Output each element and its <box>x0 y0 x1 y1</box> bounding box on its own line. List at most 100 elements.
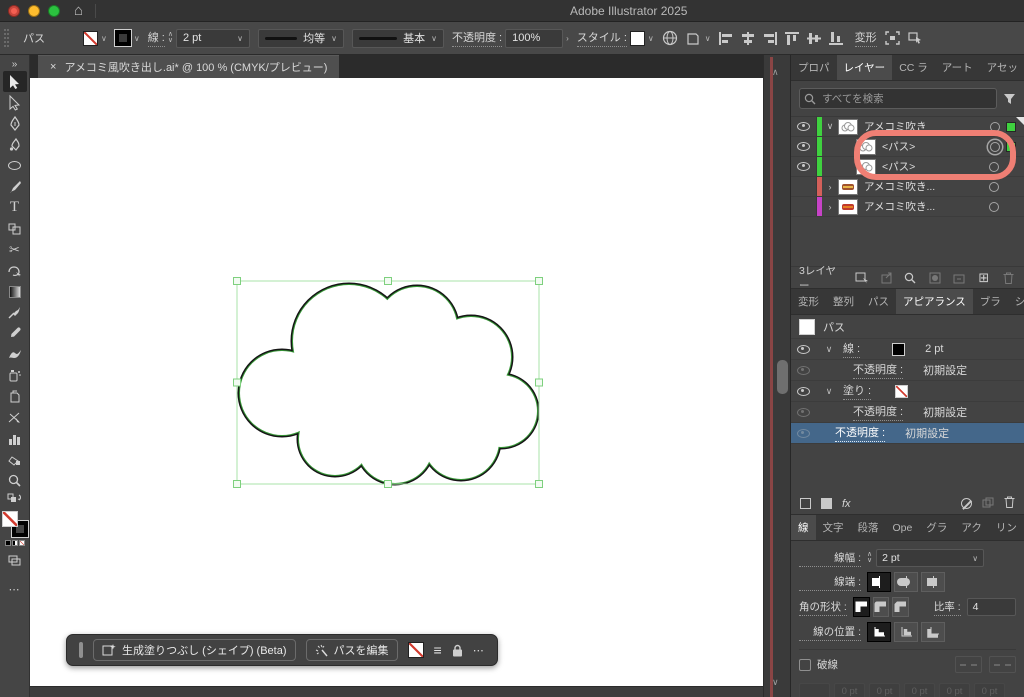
appearance-row-stroke[interactable]: ∨ 線 : 2 pt <box>791 339 1024 360</box>
layer-name[interactable]: アメコミ吹き <box>864 119 990 134</box>
gap-field[interactable]: 0 pt <box>974 683 1005 697</box>
color-chip-gradient[interactable] <box>11 540 18 546</box>
horizontal-scrollbar[interactable] <box>30 686 763 697</box>
stroke-weight-field[interactable]: 2 pt ∨ <box>175 28 250 48</box>
weight-dropdown[interactable]: 2 pt ∨ <box>876 549 985 567</box>
tab-assets[interactable]: アセッ <box>980 55 1024 80</box>
chevron-down-icon[interactable]: ∨ <box>822 121 838 132</box>
weight-stepper[interactable]: ∧ ∨ <box>867 551 872 564</box>
document-setup-button[interactable]: ∨ <box>686 31 711 45</box>
opacity-panel-arrow-icon[interactable]: › <box>566 34 569 43</box>
transform-link[interactable]: 変形 <box>854 29 877 47</box>
edit-path-button[interactable]: パスを編集 <box>305 639 398 661</box>
scroll-down-icon[interactable]: ∨ <box>772 677 779 688</box>
stroke-color-swatch[interactable] <box>892 342 906 356</box>
layer-name[interactable]: アメコミ吹き... <box>864 199 989 214</box>
target-circle-selected-icon[interactable] <box>990 141 1000 152</box>
tab-artboards[interactable]: アート <box>935 55 980 80</box>
color-chip-none[interactable] <box>18 540 25 546</box>
stroke-color-control[interactable]: ∨ <box>113 29 140 47</box>
window-zoom-button[interactable] <box>48 4 60 17</box>
tab-character[interactable]: 文字 <box>816 515 851 540</box>
visibility-toggle[interactable] <box>791 339 815 359</box>
layers-search-input[interactable] <box>799 88 997 109</box>
tab-pathfinder[interactable]: パス <box>861 289 896 314</box>
style-swatch[interactable] <box>629 30 645 46</box>
dashed-line-label[interactable]: 破線 <box>817 657 838 672</box>
stroke-black-swatch[interactable] <box>113 29 132 47</box>
select-object-icon[interactable] <box>908 31 923 45</box>
opacity-value[interactable]: 初期設定 <box>923 362 967 378</box>
fill-none-swatch[interactable] <box>407 642 424 658</box>
visibility-toggle[interactable] <box>791 423 815 443</box>
appearance-row-fill-opacity[interactable]: 不透明度 : 初期設定 <box>791 402 1024 423</box>
layer-name[interactable]: アメコミ吹き... <box>864 179 989 194</box>
eyedropper-tool[interactable] <box>3 323 27 344</box>
opacity-value[interactable]: 初期設定 <box>923 404 967 420</box>
color-chip-black[interactable] <box>4 540 11 546</box>
layer-row-4[interactable]: › アメコミ吹き... <box>791 177 1024 197</box>
add-stroke-icon[interactable] <box>800 498 811 509</box>
align-stroke-outside-button[interactable] <box>921 622 945 642</box>
path-item-name[interactable]: <パス> <box>882 159 989 174</box>
appearance-row-fill[interactable]: ∨ 塗り : <box>791 381 1024 402</box>
align-right-icon[interactable] <box>763 31 777 45</box>
visibility-toggle[interactable] <box>791 381 815 401</box>
tab-align[interactable]: 整列 <box>826 289 861 314</box>
vertical-scrollbar-thumb[interactable] <box>777 360 788 394</box>
visibility-toggle[interactable] <box>791 197 817 216</box>
window-minimize-button[interactable] <box>28 4 40 17</box>
default-color-chips[interactable] <box>4 540 25 546</box>
fill-none-swatch[interactable] <box>83 30 98 46</box>
layer-row-3-path[interactable]: <パス> <box>791 157 1024 177</box>
tab-actions[interactable]: アク <box>954 515 988 540</box>
collect-for-export-icon[interactable] <box>854 272 869 284</box>
miter-join-button[interactable] <box>852 597 870 617</box>
align-middle-vertical-icon[interactable] <box>806 32 821 45</box>
style-label[interactable]: スタイル : <box>576 29 627 47</box>
canvas-area[interactable]: 生成塗りつぶし (シェイプ) (Beta) パスを編集 ≡ ⋯ <box>30 78 763 686</box>
layer-thumbnail[interactable] <box>838 118 858 135</box>
cloud-speech-bubble-artwork[interactable] <box>232 276 544 489</box>
selection-color-square[interactable] <box>1006 141 1016 152</box>
chevron-down-icon[interactable]: ∨ <box>237 34 243 43</box>
lock-icon[interactable] <box>452 644 463 657</box>
gap-field[interactable]: 0 pt <box>904 683 935 697</box>
new-sublayer-icon[interactable] <box>952 272 967 284</box>
tab-cc-libraries[interactable]: CC ラ <box>892 55 935 80</box>
tab-layers[interactable]: レイヤー <box>836 55 893 80</box>
chevron-down-icon[interactable]: ∨ <box>431 34 437 43</box>
opacity-attribute-label[interactable]: 不透明度 : <box>853 403 904 421</box>
taskbar-drag-handle[interactable] <box>79 642 83 658</box>
add-effect-icon[interactable]: fx <box>842 498 851 510</box>
align-stroke-inside-button[interactable] <box>894 622 918 642</box>
align-dashes-button[interactable] <box>989 656 1016 673</box>
scroll-up-icon[interactable]: ∧ <box>772 67 779 78</box>
selection-tool[interactable] <box>2 71 27 92</box>
visibility-toggle[interactable] <box>791 360 815 380</box>
stroke-weight-label[interactable]: 線 : <box>147 29 165 47</box>
gradient-tool[interactable] <box>3 281 27 302</box>
tab-transform[interactable]: 変形 <box>791 289 826 314</box>
target-circle-icon[interactable] <box>989 181 999 192</box>
live-paint-bucket-tool[interactable] <box>3 449 27 470</box>
visibility-toggle[interactable] <box>791 117 817 136</box>
dash-field[interactable] <box>799 683 830 697</box>
path-thumbnail[interactable] <box>856 138 876 155</box>
selection-color-square[interactable] <box>1006 121 1016 132</box>
expand-panel-icon[interactable]: » <box>3 57 27 71</box>
chevron-down-icon[interactable]: ∨ <box>821 386 837 397</box>
blob-brush-tool[interactable] <box>3 344 27 365</box>
fill-color-control[interactable]: ∨ <box>83 30 107 46</box>
properties-menu-icon[interactable]: ≡ <box>434 642 442 658</box>
layer-row-1[interactable]: ∨ アメコミ吹き <box>791 117 1024 137</box>
tab-brushes[interactable]: ブラ <box>973 289 1008 314</box>
zoom-tool[interactable] <box>3 470 27 491</box>
fill-attribute-label[interactable]: 塗り : <box>843 382 872 400</box>
appearance-row-item-opacity-selected[interactable]: 不透明度 : 初期設定 <box>791 423 1024 444</box>
width-tool[interactable] <box>3 302 27 323</box>
width-profile-dropdown[interactable]: 均等 ∨ <box>257 28 344 48</box>
tab-stroke[interactable]: 線 <box>791 515 816 540</box>
window-close-button[interactable] <box>8 4 20 17</box>
path-item-name[interactable]: <パス> <box>882 139 990 154</box>
